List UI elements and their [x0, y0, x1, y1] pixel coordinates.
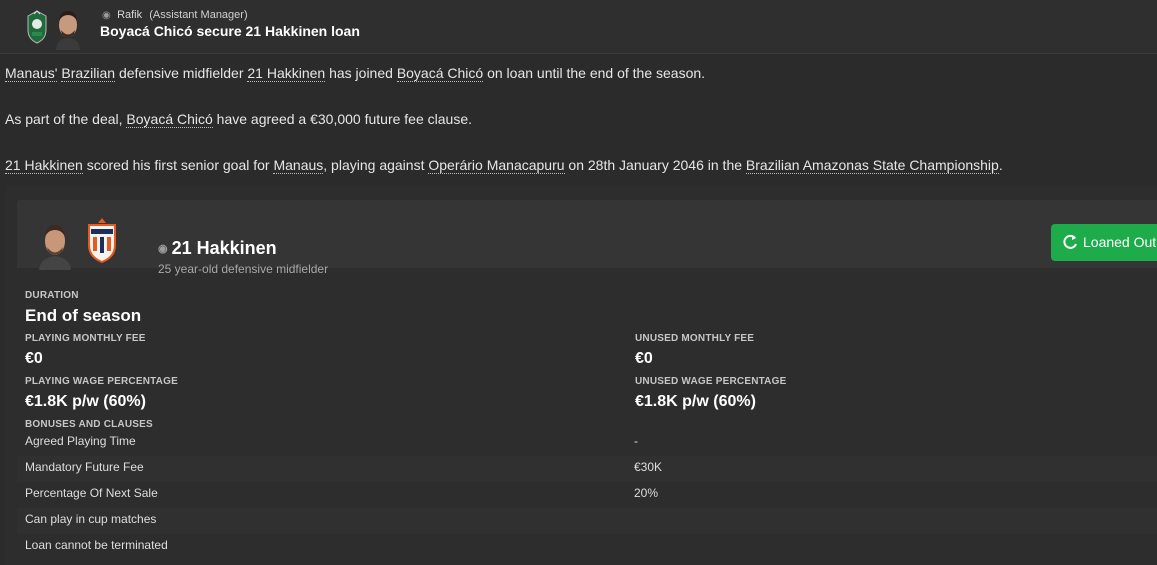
club-link-manaus[interactable]: Manaus: [273, 157, 324, 174]
unused-wage-label: UNUSED WAGE PERCENTAGE: [635, 376, 787, 387]
loaned-out-button[interactable]: Loaned Out: [1051, 224, 1157, 261]
news-paragraph-3: 21 Hakkinen scored his first senior goal…: [5, 157, 1003, 174]
clause-label: Percentage Of Next Sale: [25, 486, 158, 500]
player-description: 25 year-old defensive midfielder: [158, 262, 329, 276]
nation-link-brazilian[interactable]: Brazilian: [61, 65, 116, 82]
clause-value: €30K: [634, 460, 663, 474]
player-name[interactable]: ◉ 21 Hakkinen: [158, 238, 277, 259]
unused-fee-label: UNUSED MONTHLY FEE: [635, 333, 755, 344]
playing-fee-value: €0: [25, 350, 43, 367]
club-crest-icon[interactable]: [26, 10, 48, 44]
text-span: .: [998, 157, 1003, 173]
refresh-icon: [1063, 234, 1077, 249]
text-span: has joined: [325, 65, 397, 81]
text-span: have agreed a €30,000 future fee clause.: [212, 111, 472, 127]
competition-link[interactable]: Brazilian Amazonas State Championship: [745, 157, 999, 174]
message-headline: Boyacá Chicó secure 21 Hakkinen loan: [100, 23, 360, 39]
sender-avatar[interactable]: [52, 5, 84, 50]
playing-wage-value: €1.8K p/w (60%): [25, 393, 146, 410]
clause-label: Mandatory Future Fee: [25, 460, 144, 474]
bonuses-label: BONUSES AND CLAUSES: [25, 419, 153, 430]
clause-value: -: [634, 434, 638, 448]
clause-value: 20%: [634, 486, 659, 500]
duration-value: End of season: [25, 306, 142, 325]
clause-label: Loan cannot be terminated: [25, 538, 168, 552]
clause-row: [17, 534, 1157, 560]
boyaca-chico-crest-icon[interactable]: [84, 217, 120, 263]
text-span: on 28th January 2046 in the: [564, 157, 746, 173]
message-header: ◉ Rafik (Assistant Manager) Boyacá Chicó…: [0, 0, 1157, 54]
text-span: As part of the deal,: [5, 111, 127, 127]
playing-fee-label: PLAYING MONTHLY FEE: [25, 333, 146, 344]
player-card-header: ◉ 21 Hakkinen 25 year-old defensive midfi…: [17, 200, 1157, 276]
unused-fee-value: €0: [635, 350, 653, 367]
duration-label: DURATION: [25, 290, 79, 301]
person-icon: ◉: [158, 243, 168, 255]
player-link-hakkinen[interactable]: 21 Hakkinen: [5, 157, 83, 174]
unused-wage-value: €1.8K p/w (60%): [635, 393, 756, 410]
news-paragraph-1: Manaus' Brazilian defensive midfielder 2…: [5, 65, 706, 82]
clause-row: [17, 456, 1157, 482]
club-link-manaus[interactable]: Manaus': [5, 65, 58, 82]
clause-label: Agreed Playing Time: [25, 434, 136, 448]
clause-label: Can play in cup matches: [25, 512, 157, 526]
news-paragraph-2: As part of the deal, Boyacá Chicó have a…: [5, 111, 472, 128]
club-link-boyaca-chico[interactable]: Boyacá Chicó: [396, 65, 484, 82]
club-link-boyaca-chico[interactable]: Boyacá Chicó: [126, 111, 213, 128]
club-link-operario-manacapuru[interactable]: Operário Manacapuru: [428, 157, 565, 174]
clause-row: [17, 430, 1157, 456]
player-avatar[interactable]: [37, 218, 73, 270]
text-span: , playing against: [323, 157, 429, 173]
clause-row: [17, 482, 1157, 508]
sender-role: (Assistant Manager): [149, 9, 248, 21]
sender-name[interactable]: Rafik: [117, 9, 142, 21]
loaned-out-label: Loaned Out: [1083, 234, 1157, 250]
player-link-hakkinen[interactable]: 21 Hakkinen: [247, 65, 326, 82]
text-span: on loan until the end of the season.: [483, 65, 706, 81]
text-span: scored his first senior goal for: [82, 157, 274, 173]
playing-wage-label: PLAYING WAGE PERCENTAGE: [25, 376, 178, 387]
sender-line: ◉ Rafik (Assistant Manager): [102, 9, 248, 21]
text-span: defensive midfielder: [115, 65, 248, 81]
clause-row: [17, 508, 1157, 534]
person-icon: ◉: [102, 10, 111, 21]
player-name-text[interactable]: 21 Hakkinen: [172, 238, 277, 258]
